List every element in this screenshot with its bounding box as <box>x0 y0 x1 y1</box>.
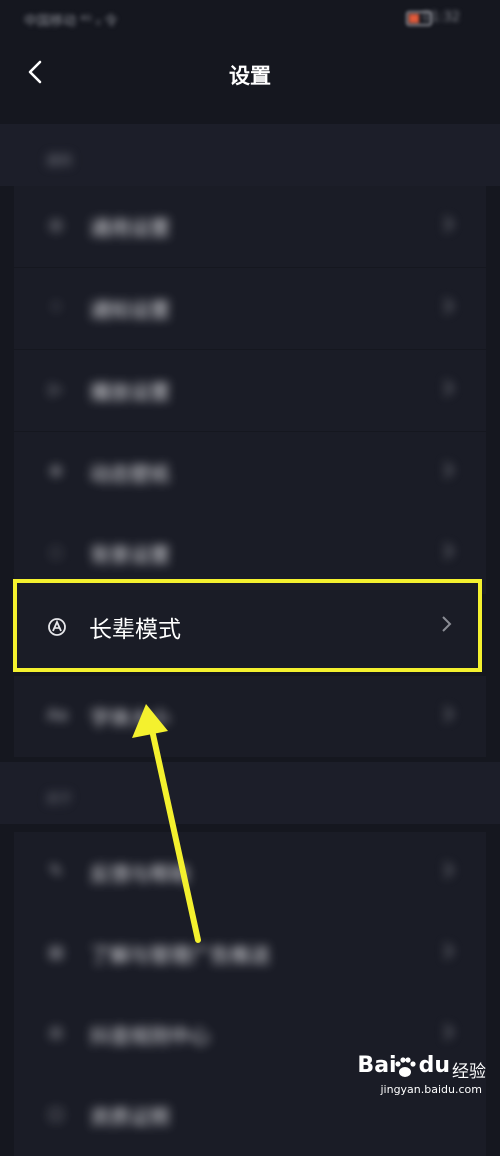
paw-icon <box>395 1057 416 1077</box>
clock: 01:32 <box>422 10 460 25</box>
row-label: 了解与管理广告推送 <box>90 943 270 967</box>
chevron-right-icon <box>444 298 454 314</box>
chevron-right-icon <box>444 462 454 478</box>
chevron-right-icon <box>444 943 454 959</box>
ad-icon: ▤ <box>48 942 64 961</box>
section-label: 关于 <box>46 792 73 807</box>
chevron-right-icon <box>444 862 454 878</box>
chevron-right-icon <box>444 1024 454 1040</box>
settings-row-feedback[interactable]: ✎ 反馈与帮助 <box>14 832 486 913</box>
font-size-icon: Aa <box>47 705 68 724</box>
status-bar: 中国移动 ⁴ᴳ ᵢₗ 令 01:32 <box>0 0 500 36</box>
chevron-right-icon <box>444 216 454 232</box>
section-header-general: 通用 <box>0 124 500 186</box>
feedback-icon: ✎ <box>49 861 63 880</box>
row-label: 背景设置 <box>90 543 170 567</box>
chevron-right-icon <box>444 706 454 722</box>
row-label: 播放设置 <box>90 380 170 404</box>
row-label: 长辈模式 <box>89 617 181 643</box>
row-label: 通用设置 <box>90 216 170 240</box>
watermark-url: jingyan.baidu.com <box>380 1083 482 1096</box>
rules-icon: ⚖ <box>48 1023 64 1042</box>
settings-icon: ◎ <box>49 215 63 234</box>
wallpaper-icon: ⊛ <box>49 461 63 480</box>
elder-mode-icon <box>47 617 66 636</box>
row-label: 通知设置 <box>90 298 170 322</box>
row-label: 字体大小 <box>90 706 170 730</box>
settings-row-elder-mode[interactable]: 长辈模式 <box>17 583 478 668</box>
bell-icon: ♢ <box>48 297 64 316</box>
settings-row-general[interactable]: ◎ 通用设置 <box>14 186 486 267</box>
license-icon: ▢ <box>48 1104 64 1123</box>
page-title: 设置 <box>229 64 271 88</box>
chevron-right-icon <box>444 543 454 559</box>
row-label: 抖音规则中心 <box>90 1024 210 1048</box>
watermark-jingyan: 经验 <box>452 1062 486 1082</box>
row-label: 资质证照 <box>90 1105 170 1129</box>
row-label: 反馈与帮助 <box>90 862 190 886</box>
carrier-signal: 中国移动 ⁴ᴳ ᵢₗ 令 <box>24 14 118 29</box>
section-header-about: 关于 <box>0 762 500 824</box>
row-label: 动态壁纸 <box>90 462 170 486</box>
settings-row-font-size[interactable]: Aa 字体大小 <box>14 676 486 757</box>
settings-row-wallpaper[interactable]: ⊛ 动态壁纸 <box>14 432 486 513</box>
play-icon: ▷ <box>49 379 63 398</box>
settings-row-playback[interactable]: ▷ 播放设置 <box>14 350 486 431</box>
header: 设置 <box>0 40 500 110</box>
chevron-right-icon <box>444 380 454 396</box>
settings-row-ads[interactable]: ▤ 了解与管理广告推送 <box>14 913 486 994</box>
section-label: 通用 <box>46 154 73 169</box>
chevron-right-icon <box>442 616 452 632</box>
background-icon: ◌ <box>49 542 63 561</box>
settings-row-notification[interactable]: ♢ 通知设置 <box>14 268 486 349</box>
baidu-jingyan-watermark: Bai du 经验 jingyan.baidu.com <box>356 1053 486 1101</box>
